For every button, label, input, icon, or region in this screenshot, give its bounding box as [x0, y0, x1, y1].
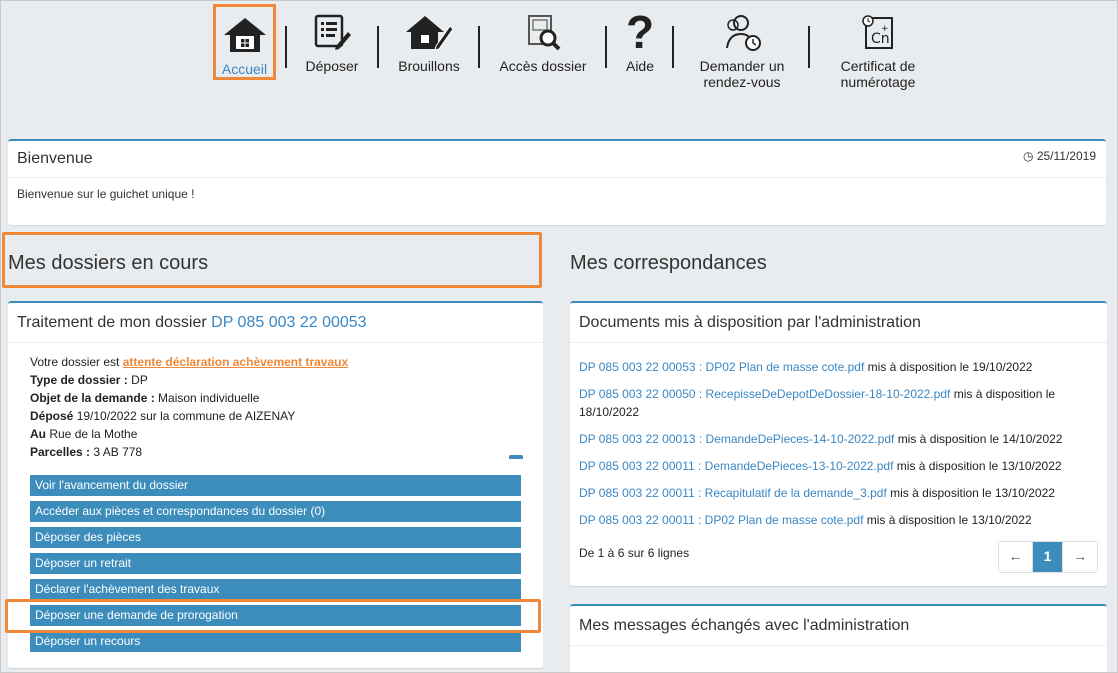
document-link[interactable]: DP 085 003 22 00050 : RecepisseDeDepotDe…	[579, 387, 950, 401]
nav-label-certificat-2: numérotage	[840, 74, 916, 90]
list-item: DP 085 003 22 00011 : Recapitulatif de l…	[579, 484, 1099, 502]
dossier-au-line: Au Rue de la Mothe	[30, 425, 348, 443]
list-item: DP 085 003 22 00011 : DP02 Plan de masse…	[579, 511, 1099, 529]
users-clock-icon	[726, 15, 761, 51]
declarer-achevement-button[interactable]: Déclarer l'achèvement des travaux	[30, 579, 521, 600]
nav-label-brouillons: Brouillons	[398, 58, 460, 74]
nav-label-acces-dossier: Accès dossier	[499, 58, 587, 74]
document-date: mis à disposition le 13/10/2022	[896, 459, 1062, 473]
messages-panel-title: Mes messages échangés avec l'administrat…	[570, 606, 1107, 646]
home-icon	[223, 18, 266, 52]
document-link[interactable]: DP 085 003 22 00013 : DemandeDePieces-14…	[579, 432, 894, 446]
parcelles-label: Parcelles :	[30, 445, 91, 459]
welcome-message: Bienvenue sur le guichet unique !	[17, 187, 195, 201]
house-draft-icon	[406, 16, 454, 51]
dossier-parcelles-line: Parcelles : 3 AB 778	[30, 443, 348, 461]
welcome-date: ◷ 25/11/2019	[1023, 149, 1096, 163]
dossier-objet-line: Objet de la demande : Maison individuell…	[30, 389, 348, 407]
depose-label: Déposé	[30, 409, 74, 423]
depose-value: 19/10/2022 sur la commune de AIZENAY	[76, 409, 296, 423]
document-date: mis à disposition le 14/10/2022	[897, 432, 1063, 446]
nav-label-rendez-vous-1: Demander un	[699, 58, 785, 74]
document-date: mis à disposition le 13/10/2022	[866, 513, 1032, 527]
document-link[interactable]: DP 085 003 22 00011 : DemandeDePieces-13…	[579, 459, 893, 473]
nav-label-deposer: Déposer	[305, 58, 359, 74]
type-label: Type de dossier :	[30, 373, 128, 387]
nav-separator	[672, 26, 674, 68]
collapse-toggle[interactable]	[509, 455, 523, 459]
messages-panel: Mes messages échangés avec l'administrat…	[570, 604, 1107, 673]
nav-separator	[478, 26, 480, 68]
nav-label-certificat-1: Certificat de	[840, 58, 916, 74]
document-link[interactable]: DP 085 003 22 00011 : Recapitulatif de l…	[579, 486, 887, 500]
type-value: DP	[131, 373, 148, 387]
top-navigation: Accueil Déposer Brouillons Accès dossier	[0, 4, 1118, 104]
pagination: ← 1 →	[998, 541, 1098, 573]
list-item: DP 085 003 22 00053 : DP02 Plan de masse…	[579, 358, 1099, 376]
dossier-status-line: Votre dossier est attente déclaration ac…	[30, 353, 348, 371]
documents-count: De 1 à 6 sur 6 lignes	[579, 546, 690, 560]
nav-certificat[interactable]: Cn + Certificat de numérotage	[830, 4, 926, 90]
nav-label-accueil: Accueil	[221, 61, 268, 77]
folder-search-icon	[528, 15, 561, 51]
dossier-title-text: Traitement de mon dossier	[17, 314, 207, 331]
nav-aide[interactable]: ? Aide	[618, 4, 662, 74]
nav-separator	[377, 26, 379, 68]
dossier-ref-link[interactable]: DP 085 003 22 00053	[211, 314, 366, 331]
parcelles-value: 3 AB 778	[93, 445, 143, 459]
highlight-prorogation-button	[5, 599, 541, 633]
nav-deposer[interactable]: Déposer	[298, 4, 366, 74]
nav-separator	[285, 26, 287, 68]
list-item: DP 085 003 22 00013 : DemandeDePieces-14…	[579, 430, 1099, 448]
dossier-type-line: Type de dossier : DP	[30, 371, 348, 389]
dossier-info: Votre dossier est attente déclaration ac…	[30, 353, 348, 461]
document-date: mis à disposition le 13/10/2022	[890, 486, 1055, 500]
documents-panel: Documents mis à disposition par l'admini…	[570, 301, 1107, 586]
list-item: DP 085 003 22 00011 : DemandeDePieces-13…	[579, 457, 1099, 475]
pagination-page-1[interactable]: 1	[1033, 542, 1063, 572]
form-edit-icon	[314, 14, 351, 50]
objet-label: Objet de la demande :	[30, 391, 155, 405]
acceder-pieces-button[interactable]: Accéder aux pièces et correspondances du…	[30, 501, 521, 522]
nav-acces-dossier[interactable]: Accès dossier	[494, 4, 592, 74]
documents-panel-title: Documents mis à disposition par l'admini…	[570, 303, 1107, 343]
status-link[interactable]: attente déclaration achèvement travaux	[123, 355, 348, 369]
welcome-panel: Bienvenue ◷ 25/11/2019 Bienvenue sur le …	[8, 139, 1106, 225]
pagination-next-button[interactable]: →	[1063, 542, 1097, 572]
nav-label-rendez-vous-2: rendez-vous	[703, 74, 781, 90]
au-label: Au	[30, 427, 46, 441]
deposer-retrait-button[interactable]: Déposer un retrait	[30, 553, 521, 574]
highlight-dossiers-title	[2, 232, 542, 288]
objet-value: Maison individuelle	[158, 391, 260, 405]
voir-avancement-button[interactable]: Voir l'avancement du dossier	[30, 475, 521, 496]
clock-icon: ◷	[1023, 149, 1034, 163]
nav-brouillons[interactable]: Brouillons	[392, 4, 466, 74]
list-item: DP 085 003 22 00050 : RecepisseDeDepotDe…	[579, 385, 1099, 421]
question-icon: ?	[625, 6, 655, 58]
nav-rendez-vous[interactable]: Demander un rendez-vous	[690, 4, 794, 90]
svg-text:+: +	[881, 24, 889, 34]
nav-separator	[808, 26, 810, 68]
au-value: Rue de la Mothe	[49, 427, 138, 441]
deposer-pieces-button[interactable]: Déposer des pièces	[30, 527, 521, 548]
dossier-depose-line: Déposé 19/10/2022 sur la commune de AIZE…	[30, 407, 348, 425]
status-prefix: Votre dossier est	[30, 355, 120, 369]
welcome-title: Bienvenue	[8, 141, 1106, 178]
deposer-recours-button[interactable]: Déposer un recours	[30, 631, 521, 652]
pagination-prev-button[interactable]: ←	[999, 542, 1033, 572]
documents-list: DP 085 003 22 00053 : DP02 Plan de masse…	[579, 358, 1099, 538]
welcome-date-value: 25/11/2019	[1036, 149, 1096, 163]
correspondances-section-title: Mes correspondances	[570, 252, 767, 274]
nav-label-aide: Aide	[625, 58, 655, 74]
dossier-panel-title: Traitement de mon dossier DP 085 003 22 …	[8, 303, 543, 343]
document-date: mis à disposition le 19/10/2022	[867, 360, 1033, 374]
document-link[interactable]: DP 085 003 22 00053 : DP02 Plan de masse…	[579, 360, 864, 374]
certificate-cn-icon: Cn +	[862, 15, 893, 49]
document-link[interactable]: DP 085 003 22 00011 : DP02 Plan de masse…	[579, 513, 863, 527]
nav-accueil[interactable]: Accueil	[213, 4, 276, 80]
nav-separator	[605, 26, 607, 68]
